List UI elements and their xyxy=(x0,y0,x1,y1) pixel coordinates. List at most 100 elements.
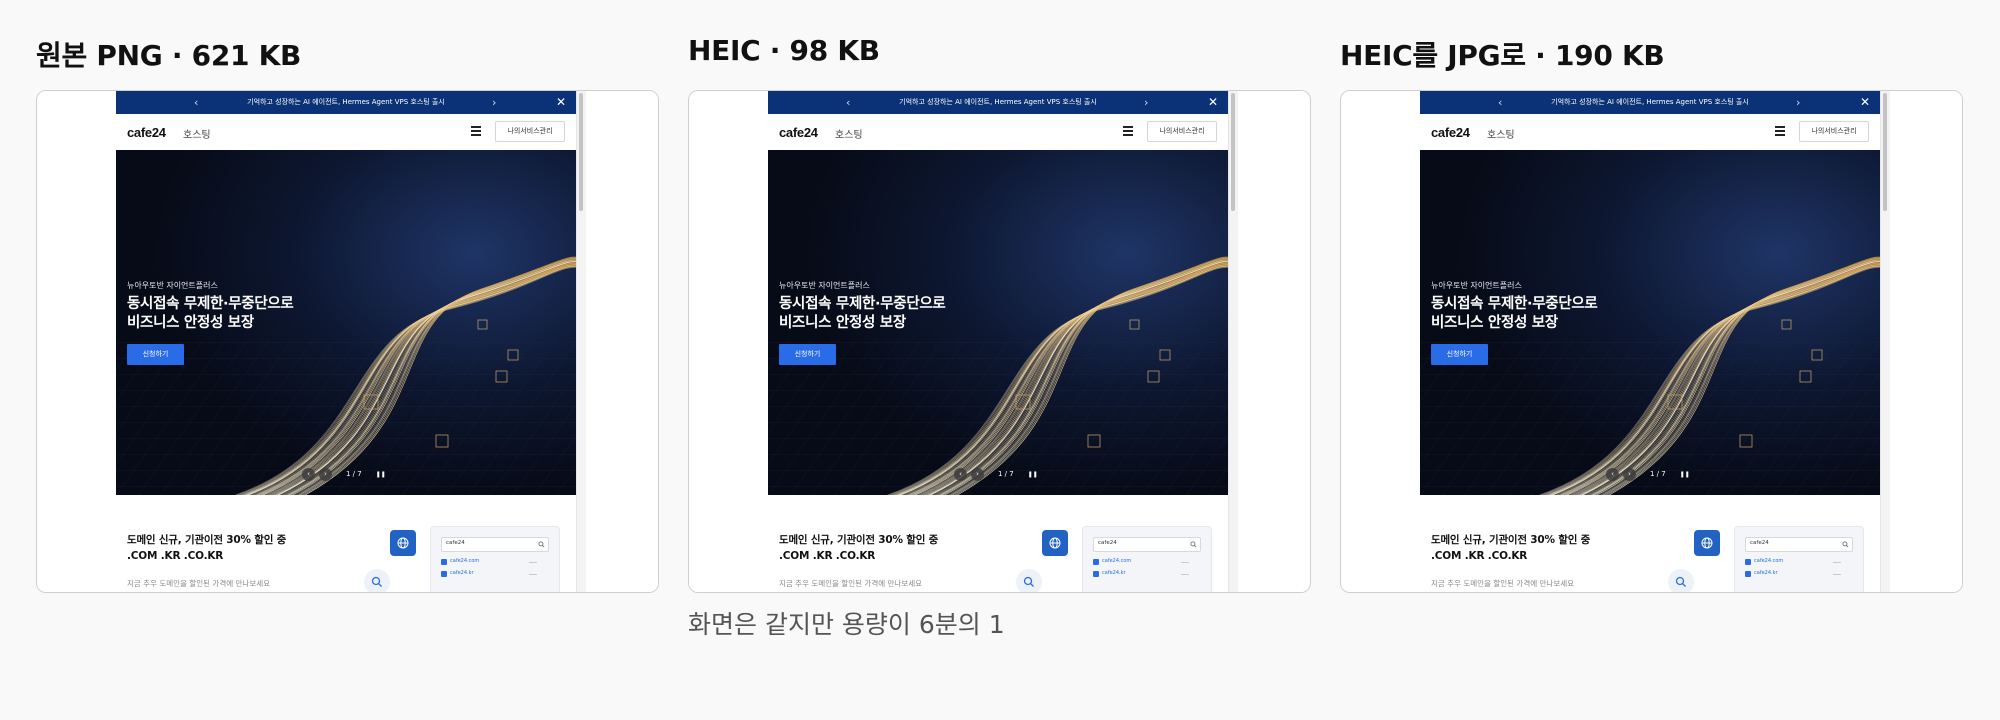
close-icon[interactable]: ✕ xyxy=(556,91,566,114)
mock-result-price xyxy=(529,574,537,575)
announcement-text[interactable]: 기억하고 성장하는 AI 에이전트, Hermes Agent VPS 호스팅 … xyxy=(206,91,486,114)
mock-result-price xyxy=(1181,562,1189,563)
chevron-left-icon[interactable]: ‹ xyxy=(954,467,967,481)
announcement-bar: ‹ 기억하고 성장하는 AI 에이전트, Hermes Agent VPS 호스… xyxy=(116,91,576,114)
domain-search-mockup: cafe24 cafe24.com cafe24.kr xyxy=(1734,526,1864,592)
announcement-text[interactable]: 기억하고 성장하는 AI 에이전트, Hermes Agent VPS 호스팅 … xyxy=(1510,91,1790,114)
promo-title: 도메인 신규, 기관이전 30% 할인 중 .COM .KR .CO.KR xyxy=(127,532,286,564)
promo-title-line: .COM .KR .CO.KR xyxy=(127,550,224,562)
scrollbar-thumb[interactable] xyxy=(1231,93,1235,211)
page-margin-right xyxy=(1238,91,1310,592)
hosting-site: ‹ 기억하고 성장하는 AI 에이전트, Hermes Agent VPS 호스… xyxy=(1420,91,1880,592)
hero-banner: 뉴아우토반 자이언트플러스 동시접속 무제한·무중단으로 비즈니스 안정성 보장… xyxy=(116,150,576,495)
hamburger-menu-icon[interactable] xyxy=(1775,126,1785,136)
chevron-right-icon[interactable]: › xyxy=(971,467,984,481)
cafe24-logo[interactable]: cafe24 xyxy=(779,125,818,140)
hero-title-line: 비즈니스 안정성 보장 xyxy=(1431,315,1558,331)
my-service-button[interactable]: 나의서비스관리 xyxy=(1147,121,1217,142)
page-margin-right xyxy=(1890,91,1962,592)
domain-promo-section: 도메인 신규, 기관이전 30% 할인 중 .COM .KR .CO.KR 지금… xyxy=(1420,495,1880,592)
promo-title-line: 도메인 신규, 기관이전 30% 할인 중 xyxy=(127,534,287,546)
hero-banner: 뉴아우토반 자이언트플러스 동시접속 무제한·무중단으로 비즈니스 안정성 보장… xyxy=(768,150,1228,495)
checkbox-icon xyxy=(1745,571,1751,577)
pause-icon[interactable]: ❚❚ xyxy=(376,471,386,478)
screenshot-frame: ‹ 기억하고 성장하는 AI 에이전트, Hermes Agent VPS 호스… xyxy=(36,90,659,593)
scrollbar-thumb[interactable] xyxy=(579,93,583,211)
chevron-right-icon[interactable]: › xyxy=(1623,467,1636,481)
announcement-bar: ‹ 기억하고 성장하는 AI 에이전트, Hermes Agent VPS 호스… xyxy=(768,91,1228,114)
pause-icon[interactable]: ❚❚ xyxy=(1680,471,1690,478)
screenshot-frame: ‹ 기억하고 성장하는 AI 에이전트, Hermes Agent VPS 호스… xyxy=(1340,90,1963,593)
announcement-text[interactable]: 기억하고 성장하는 AI 에이전트, Hermes Agent VPS 호스팅 … xyxy=(858,91,1138,114)
logo-subtitle: 호스팅 xyxy=(1487,130,1515,141)
checkbox-icon xyxy=(1093,559,1099,565)
panel-title: HEIC · 98 KB xyxy=(688,34,880,67)
apply-button[interactable]: 신청하기 xyxy=(779,344,836,365)
chevron-left-icon[interactable]: ‹ xyxy=(302,467,315,481)
screenshot-frame: ‹ 기억하고 성장하는 AI 에이전트, Hermes Agent VPS 호스… xyxy=(688,90,1311,593)
hero-title-line: 비즈니스 안정성 보장 xyxy=(779,315,906,331)
site-header: cafe24 호스팅 나의서비스관리 xyxy=(768,114,1228,150)
my-service-button[interactable]: 나의서비스관리 xyxy=(1799,121,1869,142)
mock-result-label: cafe24.kr xyxy=(450,570,474,576)
promo-description: 지금 추우 도메인을 할인된 가격에 만나보세요 xyxy=(779,579,923,588)
mock-result-label: cafe24.com xyxy=(450,558,480,564)
apply-button[interactable]: 신청하기 xyxy=(127,344,184,365)
checkbox-icon xyxy=(1745,559,1751,565)
chevron-right-icon[interactable]: › xyxy=(1144,91,1148,114)
hero-eyebrow: 뉴아우토반 자이언트플러스 xyxy=(1431,281,1522,290)
panel-title: HEIC를 JPG로 · 190 KB xyxy=(1340,39,1665,72)
panel-title: 원본 PNG · 621 KB xyxy=(36,39,302,72)
hero-title: 동시접속 무제한·무중단으로 비즈니스 안정성 보장 xyxy=(127,295,294,333)
hero-title: 동시접속 무제한·무중단으로 비즈니스 안정성 보장 xyxy=(779,295,946,333)
site-header: cafe24 호스팅 나의서비스관리 xyxy=(116,114,576,150)
search-icon xyxy=(538,541,545,548)
checkbox-icon xyxy=(441,571,447,577)
chevron-left-icon[interactable]: ‹ xyxy=(1606,467,1619,481)
mock-result-price xyxy=(529,562,537,563)
cafe24-logo[interactable]: cafe24 xyxy=(127,125,166,140)
search-icon[interactable] xyxy=(1668,569,1694,592)
scrollbar-thumb[interactable] xyxy=(1883,93,1887,211)
close-icon[interactable]: ✕ xyxy=(1860,91,1870,114)
cafe24-logo[interactable]: cafe24 xyxy=(1431,125,1470,140)
chevron-right-icon[interactable]: › xyxy=(319,467,332,481)
search-icon[interactable] xyxy=(1016,569,1042,592)
apply-button[interactable]: 신청하기 xyxy=(1431,344,1488,365)
mock-result-label: cafe24.kr xyxy=(1754,570,1778,576)
slide-counter: 1 / 7 xyxy=(346,470,362,478)
mock-result-price xyxy=(1833,574,1841,575)
hero-title-line: 비즈니스 안정성 보장 xyxy=(127,315,254,331)
mock-result-row: cafe24.kr xyxy=(441,570,547,578)
mock-result-row: cafe24.kr xyxy=(1093,570,1199,578)
promo-title: 도메인 신규, 기관이전 30% 할인 중 .COM .KR .CO.KR xyxy=(1431,532,1590,564)
mock-result-label: cafe24.com xyxy=(1754,558,1784,564)
hero-title-line: 동시접속 무제한·무중단으로 xyxy=(779,296,946,312)
mock-result-label: cafe24.kr xyxy=(1102,570,1126,576)
promo-title-line: .COM .KR .CO.KR xyxy=(779,550,876,562)
domain-search-mockup: cafe24 cafe24.com cafe24.kr xyxy=(430,526,560,592)
mock-result-row: cafe24.com xyxy=(1745,558,1851,566)
chevron-left-icon[interactable]: ‹ xyxy=(1498,91,1502,114)
hero-title-line: 동시접속 무제한·무중단으로 xyxy=(1431,296,1598,312)
hosting-site: ‹ 기억하고 성장하는 AI 에이전트, Hermes Agent VPS 호스… xyxy=(768,91,1228,592)
hamburger-menu-icon[interactable] xyxy=(1123,126,1133,136)
chevron-left-icon[interactable]: ‹ xyxy=(194,91,198,114)
chevron-right-icon[interactable]: › xyxy=(1796,91,1800,114)
close-icon[interactable]: ✕ xyxy=(1208,91,1218,114)
globe-icon xyxy=(1694,530,1720,556)
checkbox-icon xyxy=(441,559,447,565)
my-service-button[interactable]: 나의서비스관리 xyxy=(495,121,565,142)
search-icon xyxy=(1842,541,1849,548)
promo-description: 지금 추우 도메인을 할인된 가격에 만나보세요 xyxy=(127,579,271,588)
search-icon[interactable] xyxy=(364,569,390,592)
mock-result-price xyxy=(1181,574,1189,575)
chevron-right-icon[interactable]: › xyxy=(492,91,496,114)
chevron-left-icon[interactable]: ‹ xyxy=(846,91,850,114)
hamburger-menu-icon[interactable] xyxy=(471,126,481,136)
pause-icon[interactable]: ❚❚ xyxy=(1028,471,1038,478)
hero-eyebrow: 뉴아우토반 자이언트플러스 xyxy=(127,281,218,290)
domain-promo-section: 도메인 신규, 기관이전 30% 할인 중 .COM .KR .CO.KR 지금… xyxy=(116,495,576,592)
domain-promo-section: 도메인 신규, 기관이전 30% 할인 중 .COM .KR .CO.KR 지금… xyxy=(768,495,1228,592)
checkbox-icon xyxy=(1093,571,1099,577)
